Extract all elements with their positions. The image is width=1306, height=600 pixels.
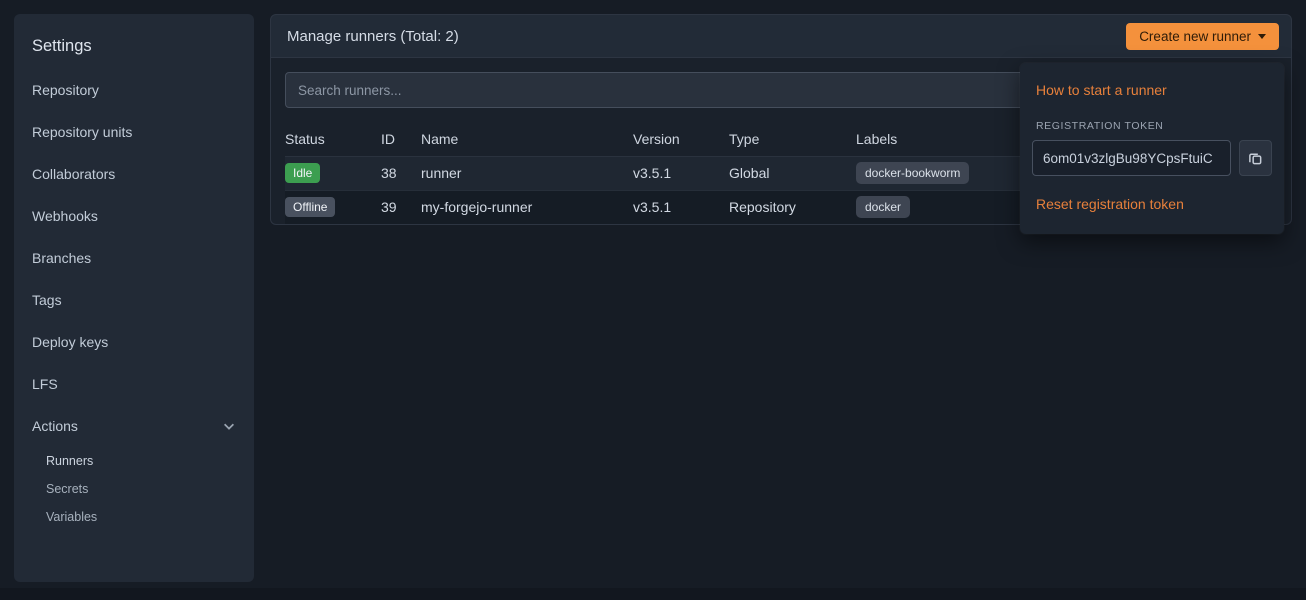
- sidebar-item-label: Repository units: [32, 124, 132, 140]
- sidebar-item-repository[interactable]: Repository: [14, 69, 254, 111]
- sidebar-subitem-runners[interactable]: Runners: [14, 447, 254, 475]
- sidebar-item-branches[interactable]: Branches: [14, 237, 254, 279]
- sidebar-subitem-label: Secrets: [46, 482, 88, 496]
- sidebar-item-label: Collaborators: [32, 166, 115, 182]
- chevron-down-icon: [222, 419, 236, 433]
- status-badge: Idle: [285, 163, 320, 183]
- column-header-version: Version: [633, 122, 729, 156]
- sidebar-item-lfs[interactable]: LFS: [14, 363, 254, 405]
- page-title: Manage runners (Total: 2): [287, 28, 459, 45]
- how-to-start-runner-link[interactable]: How to start a runner: [1032, 76, 1272, 104]
- create-new-runner-label: Create new runner: [1139, 29, 1251, 44]
- create-new-runner-button[interactable]: Create new runner: [1126, 23, 1279, 50]
- runner-version: v3.5.1: [633, 190, 729, 224]
- sidebar-item-label: Branches: [32, 250, 91, 266]
- sidebar-item-label: Repository: [32, 82, 99, 98]
- runners-main: Manage runners (Total: 2) Create new run…: [270, 14, 1292, 225]
- sidebar-item-label: Tags: [32, 292, 62, 308]
- token-row: [1032, 140, 1272, 176]
- column-header-status: Status: [285, 122, 381, 156]
- sidebar-item-webhooks[interactable]: Webhooks: [14, 195, 254, 237]
- column-header-name: Name: [421, 122, 633, 156]
- runner-name: runner: [421, 156, 633, 190]
- sidebar-subitem-secrets[interactable]: Secrets: [14, 475, 254, 503]
- runner-type: Repository: [729, 190, 856, 224]
- copy-icon: [1248, 151, 1263, 166]
- runner-name: my-forgejo-runner: [421, 190, 633, 224]
- sidebar-item-collaborators[interactable]: Collaborators: [14, 153, 254, 195]
- manage-runners-header: Manage runners (Total: 2) Create new run…: [270, 14, 1292, 58]
- runner-label-chip: docker-bookworm: [856, 162, 969, 184]
- runner-version: v3.5.1: [633, 156, 729, 190]
- sidebar-item-deploy-keys[interactable]: Deploy keys: [14, 321, 254, 363]
- sidebar-item-tags[interactable]: Tags: [14, 279, 254, 321]
- sidebar-title: Settings: [14, 24, 254, 69]
- sidebar-subitem-label: Runners: [46, 454, 93, 468]
- registration-token-panel: How to start a runner REGISTRATION TOKEN…: [1020, 63, 1284, 234]
- sidebar-item-label: LFS: [32, 376, 58, 392]
- sidebar-item-actions[interactable]: Actions: [14, 405, 254, 447]
- runner-label-chip: docker: [856, 196, 910, 218]
- sidebar-item-label: Webhooks: [32, 208, 98, 224]
- sidebar-item-repository-units[interactable]: Repository units: [14, 111, 254, 153]
- registration-token-label: REGISTRATION TOKEN: [1036, 120, 1268, 132]
- copy-token-button[interactable]: [1239, 140, 1272, 176]
- status-badge: Offline: [285, 197, 335, 217]
- settings-sidebar: Settings Repository Repository units Col…: [14, 14, 254, 582]
- column-header-id: ID: [381, 122, 421, 156]
- registration-token-input[interactable]: [1032, 140, 1231, 176]
- footer-band: [0, 588, 1306, 600]
- runner-id: 39: [381, 190, 421, 224]
- chevron-down-icon: [1258, 34, 1266, 39]
- sidebar-item-label: Actions: [32, 418, 78, 434]
- runner-id: 38: [381, 156, 421, 190]
- sidebar-subitem-variables[interactable]: Variables: [14, 503, 254, 531]
- runner-type: Global: [729, 156, 856, 190]
- sidebar-subitem-label: Variables: [46, 510, 97, 524]
- sidebar-item-label: Deploy keys: [32, 334, 108, 350]
- reset-registration-token-link[interactable]: Reset registration token: [1032, 190, 1272, 218]
- column-header-type: Type: [729, 122, 856, 156]
